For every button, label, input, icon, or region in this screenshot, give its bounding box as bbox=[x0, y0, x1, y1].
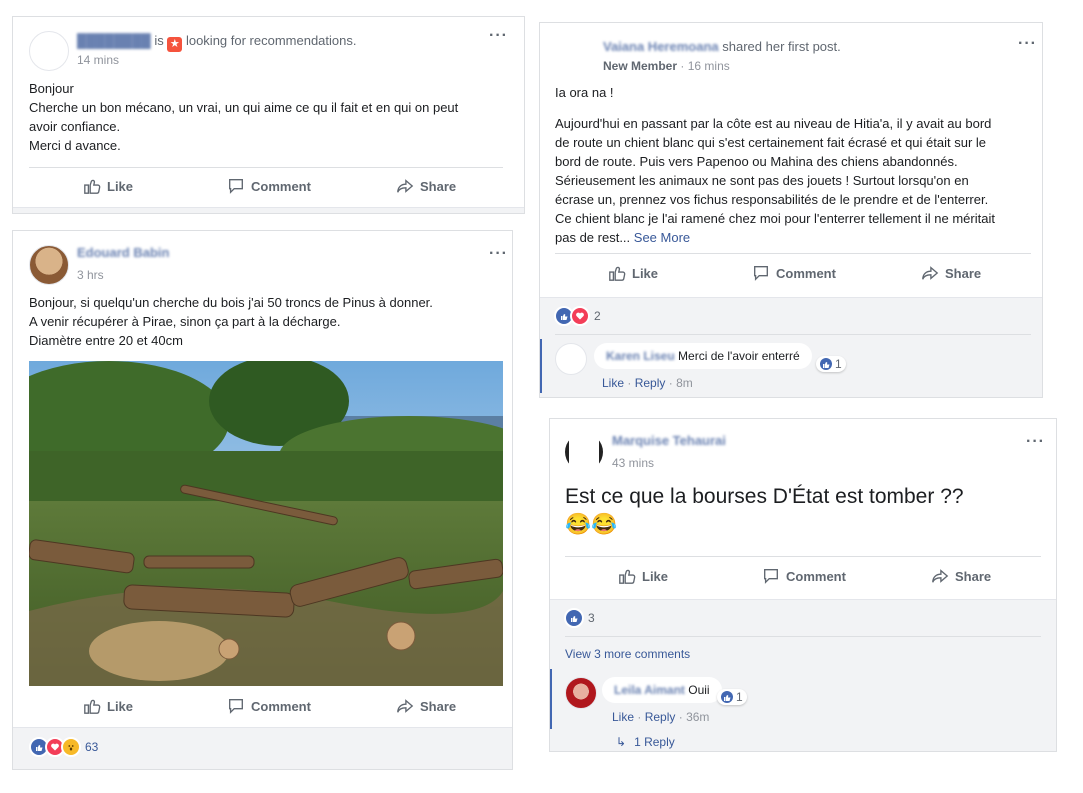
logs-landscape-image bbox=[29, 361, 503, 686]
post-card-wood: Edouard Babin 3 hrs ··· Bonjour, si quel… bbox=[12, 230, 513, 770]
comment-icon bbox=[754, 266, 768, 281]
like-reaction-icon bbox=[721, 691, 733, 703]
post-header: Vaiana Heremoana shared her first post. bbox=[603, 39, 841, 54]
share-icon bbox=[922, 266, 939, 280]
post-card-recommendation: ████████ is ★ looking for recommendation… bbox=[12, 16, 525, 214]
comment-button[interactable]: Comment bbox=[227, 697, 311, 715]
like-button[interactable]: Like bbox=[618, 567, 668, 585]
comment-actions: Like · Reply · 8m bbox=[602, 376, 693, 390]
comment-reply-link[interactable]: Reply bbox=[645, 710, 676, 724]
commenter-avatar[interactable] bbox=[565, 677, 597, 709]
love-reaction-icon bbox=[570, 306, 590, 326]
reactions-summary[interactable]: 3 bbox=[564, 608, 595, 628]
post-photo-logs[interactable] bbox=[29, 361, 503, 686]
share-button[interactable]: Share bbox=[921, 264, 981, 282]
author-avatar[interactable] bbox=[29, 245, 69, 285]
comments-divider bbox=[555, 334, 1031, 335]
post-header: ████████ is ★ looking for recommendation… bbox=[77, 33, 357, 52]
thumbs-up-icon bbox=[609, 266, 626, 281]
share-icon bbox=[932, 569, 949, 583]
comment-icon bbox=[764, 569, 778, 584]
author-avatar[interactable] bbox=[555, 33, 595, 75]
comments-strip bbox=[13, 207, 524, 213]
more-options-icon[interactable]: ··· bbox=[1026, 434, 1045, 450]
like-reaction-icon bbox=[564, 608, 584, 628]
new-member-badge: New Member bbox=[603, 59, 678, 73]
comment-bubble: Leila Aimant Ouii bbox=[602, 677, 722, 703]
post-body: Ia ora na ! Aujourd'hui en passant par l… bbox=[555, 85, 995, 245]
like-button[interactable]: Like bbox=[83, 697, 133, 715]
more-options-icon[interactable]: ··· bbox=[489, 28, 508, 44]
post-card-bourses: Marquise Tehaurai 43 mins ··· Est ce que… bbox=[549, 418, 1057, 752]
like-reaction-icon bbox=[820, 358, 832, 370]
see-more-link[interactable]: See More bbox=[634, 230, 690, 245]
comment-like-count[interactable]: 1 bbox=[717, 689, 747, 705]
more-options-icon[interactable]: ··· bbox=[1018, 36, 1037, 52]
like-button[interactable]: Like bbox=[83, 177, 133, 195]
commenter-avatar[interactable] bbox=[555, 343, 587, 375]
comment-like-link[interactable]: Like bbox=[612, 710, 634, 724]
share-button[interactable]: Share bbox=[396, 177, 456, 195]
post-body: Est ce que la bourses D'État est tomber … bbox=[565, 483, 1045, 539]
actions-divider bbox=[29, 167, 503, 168]
post-timestamp[interactable]: 3 hrs bbox=[77, 268, 104, 282]
comment-reply-link[interactable]: Reply bbox=[635, 376, 666, 390]
comment-timestamp[interactable]: 8m bbox=[676, 376, 693, 390]
post-card-dogs: Vaiana Heremoana shared her first post. … bbox=[539, 22, 1043, 398]
author-name-redacted[interactable]: ████████ bbox=[77, 33, 151, 48]
wow-reaction-icon bbox=[61, 737, 81, 757]
comments-area bbox=[550, 599, 1056, 751]
thumbs-up-icon bbox=[84, 179, 101, 194]
author-avatar[interactable] bbox=[565, 433, 603, 471]
comment-button[interactable]: Comment bbox=[762, 567, 846, 585]
comment-timestamp[interactable]: 36m bbox=[686, 710, 709, 724]
reply-arrow-icon: ↳ bbox=[616, 735, 627, 749]
share-button[interactable]: Share bbox=[931, 567, 991, 585]
post-body: Bonjour, si quelqu'un cherche du bois j'… bbox=[29, 295, 433, 348]
laughing-emoji: 😂😂 bbox=[565, 513, 618, 536]
like-button[interactable]: Like bbox=[608, 264, 658, 282]
post-timestamp[interactable]: 14 mins bbox=[77, 53, 119, 67]
share-button[interactable]: Share bbox=[396, 697, 456, 715]
comment-icon bbox=[229, 699, 243, 714]
thumbs-up-icon bbox=[84, 699, 101, 714]
comment-button[interactable]: Comment bbox=[752, 264, 836, 282]
post-body: Bonjour Cherche un bon mécano, un vrai, … bbox=[29, 81, 459, 153]
comment-actions: Like · Reply · 36m bbox=[612, 710, 710, 724]
comment-icon bbox=[229, 179, 243, 194]
actions-divider bbox=[565, 556, 1041, 557]
reactions-summary[interactable]: 2 bbox=[554, 306, 601, 326]
comment-button[interactable]: Comment bbox=[227, 177, 311, 195]
recommendation-star-icon: ★ bbox=[167, 37, 183, 52]
new-comment-indicator bbox=[540, 339, 542, 393]
share-icon bbox=[397, 699, 414, 713]
comment-like-link[interactable]: Like bbox=[602, 376, 624, 390]
reactions-summary[interactable]: 63 bbox=[29, 737, 98, 757]
comment-like-count[interactable]: 1 bbox=[816, 356, 846, 372]
actions-divider bbox=[555, 253, 1031, 254]
comment-bubble: Karen Liseu Merci de l'avoir enterré bbox=[594, 343, 812, 369]
view-replies-link[interactable]: ↳ 1 Reply bbox=[616, 735, 675, 749]
thumbs-up-icon bbox=[619, 569, 636, 584]
author-name[interactable]: Edouard Babin bbox=[77, 245, 169, 260]
background-gutter bbox=[0, 0, 8, 793]
view-more-comments-link[interactable]: View 3 more comments bbox=[565, 647, 690, 661]
post-timestamp[interactable]: 16 mins bbox=[688, 59, 730, 73]
comments-divider bbox=[565, 636, 1041, 637]
post-timestamp[interactable]: 43 mins bbox=[612, 456, 654, 470]
new-comment-indicator bbox=[550, 669, 552, 729]
member-meta: New Member · 16 mins bbox=[603, 59, 730, 73]
author-name[interactable]: Marquise Tehaurai bbox=[612, 433, 726, 448]
more-options-icon[interactable]: ··· bbox=[489, 246, 508, 262]
share-icon bbox=[397, 179, 414, 193]
author-avatar[interactable] bbox=[29, 31, 69, 71]
